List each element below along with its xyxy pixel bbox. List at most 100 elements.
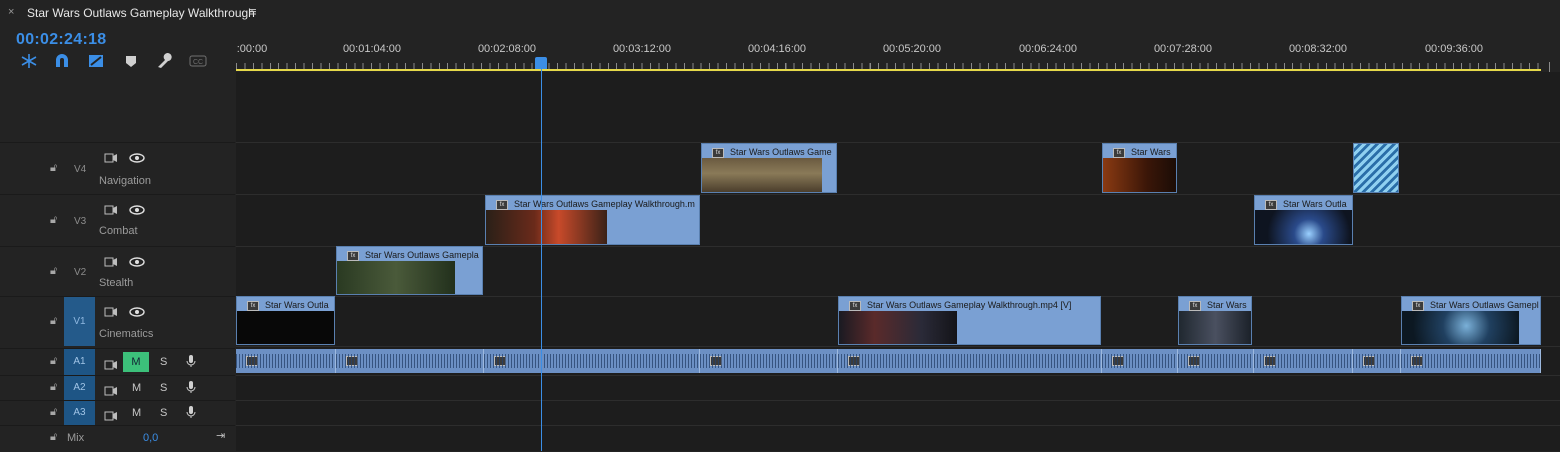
- toggle-sync-lock-icon[interactable]: [104, 357, 118, 375]
- sequence-title: Star Wars Outlaws Gameplay Walkthrough: [27, 6, 255, 20]
- track-header-a1[interactable]: 🔓︎ A1 M S: [0, 348, 235, 375]
- video-clip[interactable]: fx: [1353, 143, 1399, 193]
- toggle-sync-lock-icon[interactable]: [104, 383, 118, 401]
- source-patch-a2[interactable]: A2: [64, 376, 95, 400]
- solo-button-a2[interactable]: S: [160, 382, 167, 394]
- lock-icon[interactable]: 🔓︎: [50, 265, 57, 278]
- panel-menu-icon[interactable]: ≡: [249, 4, 257, 19]
- lock-icon[interactable]: 🔓︎: [50, 355, 57, 368]
- audio-waveform: [236, 354, 335, 368]
- video-clip[interactable]: fx Star Wars Outlaws Gameplay Walkthroug…: [485, 195, 700, 245]
- track-header-v2[interactable]: 🔓︎ V2 Stealth: [0, 246, 235, 296]
- microphone-icon[interactable]: [186, 354, 196, 373]
- source-patch-v1[interactable]: V1: [64, 297, 95, 346]
- audio-waveform: [1401, 354, 1540, 368]
- audio-clip[interactable]: [1102, 349, 1178, 373]
- video-clip[interactable]: fx Star Wars Outla: [1254, 195, 1353, 245]
- track-header-v3[interactable]: 🔓︎ V3 Combat: [0, 194, 235, 246]
- track-header-mix[interactable]: 🔓︎ Mix 0,0 ⇥: [0, 425, 235, 452]
- magnet-icon[interactable]: [53, 53, 71, 69]
- video-clip[interactable]: fx Star Wars Outlaws Gamepla: [336, 246, 483, 295]
- track-header-v1[interactable]: 🔓︎ V1 Cinematics: [0, 296, 235, 346]
- mix-label: Mix: [67, 432, 85, 444]
- eye-icon[interactable]: [129, 150, 145, 168]
- fx-badge-icon: fx: [496, 200, 508, 210]
- video-clip[interactable]: fx Star Wars Outla: [236, 296, 335, 345]
- linked-selection-icon[interactable]: [87, 53, 105, 69]
- audio-clip[interactable]: [1401, 349, 1541, 373]
- track-id: V3: [74, 216, 87, 227]
- track-name: Stealth: [99, 277, 134, 289]
- audio-waveform: [336, 354, 483, 368]
- microphone-icon[interactable]: [186, 380, 196, 399]
- close-tab-icon[interactable]: ×: [8, 6, 14, 18]
- toggle-sync-lock-icon[interactable]: [104, 254, 118, 272]
- source-patch-a3[interactable]: A3: [64, 401, 95, 425]
- video-clip[interactable]: fx Star Wars: [1102, 143, 1177, 193]
- lane-divider: [236, 425, 1560, 426]
- video-clip[interactable]: fx Star Wars Outlaws Game: [701, 143, 837, 193]
- video-clip[interactable]: fx Star Wars: [1178, 296, 1252, 345]
- audio-waveform: [1254, 354, 1352, 368]
- mute-button-a3[interactable]: M: [132, 407, 141, 419]
- fx-badge-icon: fx: [1189, 301, 1201, 311]
- microphone-icon[interactable]: [186, 405, 196, 424]
- eye-icon[interactable]: [129, 202, 145, 220]
- snap-icon[interactable]: [20, 53, 38, 69]
- audio-clip[interactable]: [336, 349, 484, 373]
- eye-icon[interactable]: [129, 254, 145, 272]
- video-clip[interactable]: fx Star Wars Outlaws Gamepl: [1401, 296, 1541, 345]
- fx-badge-icon: fx: [712, 148, 724, 158]
- lock-icon[interactable]: 🔓︎: [50, 162, 57, 175]
- solo-button-a1[interactable]: S: [160, 356, 167, 368]
- sequence-tab[interactable]: × Star Wars Outlaws Gameplay Walkthrough…: [0, 0, 1560, 26]
- clip-thumbnail: [1179, 311, 1251, 344]
- audio-clip[interactable]: [838, 349, 1102, 373]
- audio-clip[interactable]: [700, 349, 838, 373]
- marker-icon[interactable]: [122, 53, 140, 69]
- audio-waveform: [700, 354, 837, 368]
- audio-clip[interactable]: [236, 349, 336, 373]
- audio-clip[interactable]: [1254, 349, 1353, 373]
- playhead-handle[interactable]: [535, 57, 547, 69]
- mute-button-a1[interactable]: M: [123, 352, 149, 372]
- mix-volume-value[interactable]: 0,0: [143, 432, 158, 444]
- lock-icon[interactable]: 🔓︎: [50, 315, 57, 328]
- lock-icon[interactable]: 🔓︎: [50, 406, 57, 419]
- ruler-label: 00:02:08:00: [477, 43, 537, 55]
- source-patch-a1[interactable]: A1: [64, 349, 95, 375]
- clip-thumbnail: [237, 311, 334, 344]
- work-area-bar[interactable]: [236, 69, 1541, 71]
- playhead-line[interactable]: [541, 61, 542, 451]
- clip-thumbnail: [1354, 144, 1398, 192]
- playhead-timecode[interactable]: 00:02:24:18: [16, 31, 106, 49]
- toggle-sync-lock-icon[interactable]: [104, 304, 118, 322]
- clip-thumbnail: [1103, 158, 1176, 192]
- go-to-end-icon[interactable]: ⇥: [216, 429, 225, 442]
- toggle-sync-lock-icon[interactable]: [104, 202, 118, 220]
- clip-title: Star Wars Outlaws Gamepla: [365, 250, 479, 260]
- clip-thumbnail: [337, 261, 455, 294]
- track-header-spacer: [0, 72, 235, 142]
- fx-badge-icon: fx: [1412, 301, 1424, 311]
- solo-button-a3[interactable]: S: [160, 407, 167, 419]
- lane-divider: [236, 346, 1560, 347]
- wrench-icon[interactable]: [155, 53, 173, 69]
- audio-clip[interactable]: [1178, 349, 1254, 373]
- lock-icon[interactable]: 🔓︎: [50, 381, 57, 394]
- audio-clip[interactable]: [484, 349, 700, 373]
- track-name: Cinematics: [99, 328, 154, 340]
- video-clip[interactable]: fx Star Wars Outlaws Gameplay Walkthroug…: [838, 296, 1101, 345]
- track-header-a3[interactable]: 🔓︎ A3 M S: [0, 400, 235, 425]
- track-header-a2[interactable]: 🔓︎ A2 M S: [0, 375, 235, 400]
- captions-icon[interactable]: CC: [189, 53, 207, 69]
- eye-icon[interactable]: [129, 304, 145, 322]
- track-header-v4[interactable]: 🔓︎ V4 Navigation: [0, 142, 235, 194]
- lock-icon[interactable]: 🔓︎: [50, 214, 57, 227]
- lock-icon[interactable]: 🔓︎: [50, 431, 57, 444]
- mute-button-a2[interactable]: M: [132, 382, 141, 394]
- audio-clip[interactable]: [1353, 349, 1401, 373]
- toggle-sync-lock-icon[interactable]: [104, 408, 118, 426]
- toggle-sync-lock-icon[interactable]: [104, 150, 118, 168]
- clip-title: Star Wars: [1131, 147, 1171, 157]
